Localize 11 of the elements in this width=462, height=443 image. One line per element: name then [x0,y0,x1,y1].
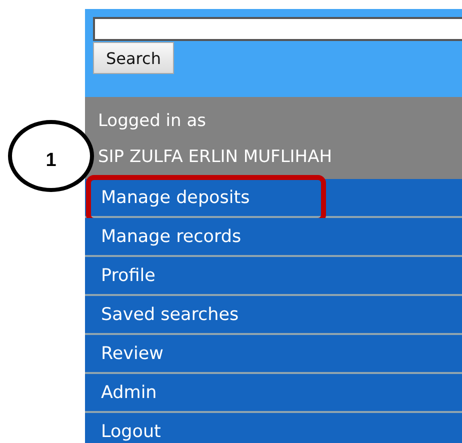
logged-in-label: Logged in as [98,110,207,133]
menu-item[interactable]: Admin [85,374,462,413]
menu-item[interactable]: Logout [85,413,462,443]
search-button[interactable]: Search [93,42,174,74]
callout-number: 1 [46,150,56,172]
user-name: SIP ZULFA ERLIN MUFLIHAH [98,146,333,169]
menu-item[interactable]: Manage records [85,218,462,257]
menu-item[interactable]: Profile [85,257,462,296]
menu-item[interactable]: Review [85,335,462,374]
menu-item[interactable]: Saved searches [85,296,462,335]
search-field[interactable] [93,17,462,41]
